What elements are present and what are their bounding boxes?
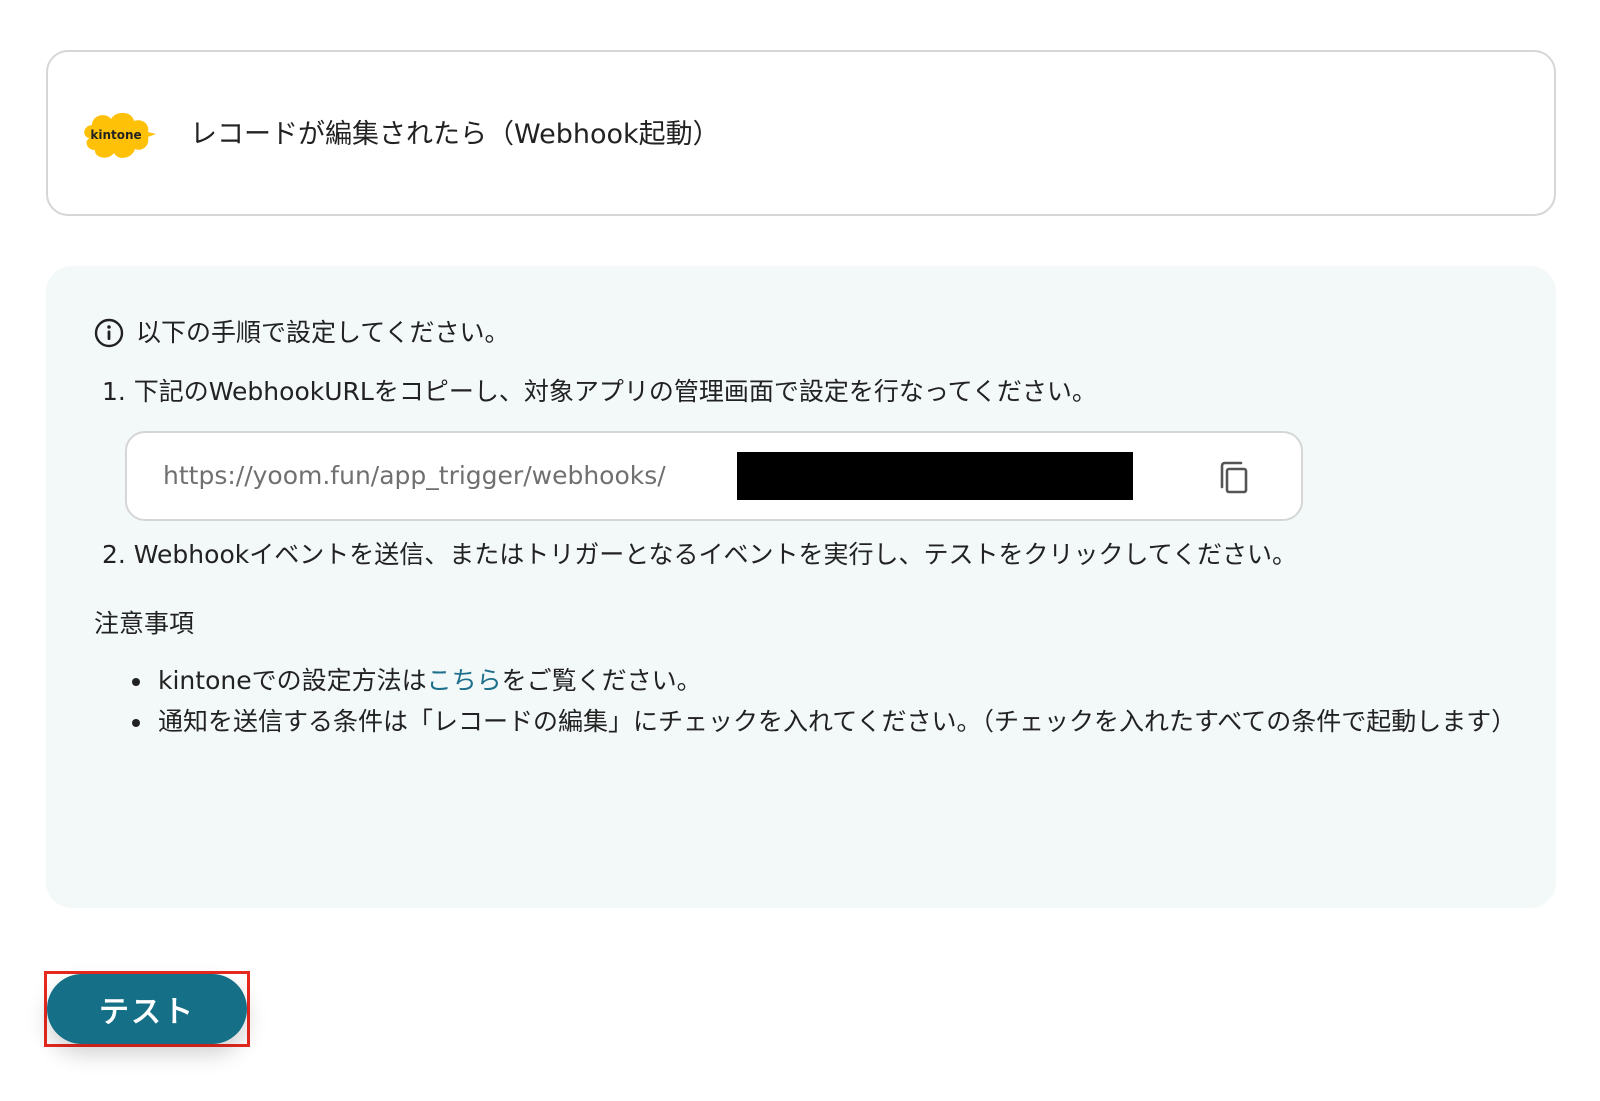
step-1-text: 1. 下記のWebhookURLをコピーし、対象アプリの管理画面で設定を行なって… xyxy=(102,377,1097,406)
list-item: 通知を送信する条件は「レコードの編集」にチェックを入れてください。（チェックを入… xyxy=(154,701,1540,742)
instructions-heading-text: 以下の手順で設定してください。 xyxy=(136,318,510,347)
trigger-title: レコードが編集されたら（Webhook起動） xyxy=(190,119,720,150)
copy-icon[interactable] xyxy=(1213,457,1253,497)
webhook-url-text[interactable]: https://yoom.fun/app_trigger/webhooks/ xyxy=(163,459,666,493)
webhook-trigger-settings-page: kintone レコードが編集されたら（Webhook起動） 以下の手順で設定し… xyxy=(0,0,1600,1101)
notes-title: 注意事項 xyxy=(94,609,195,638)
info-icon xyxy=(94,318,124,348)
notes-list: kintoneでの設定方法はこちらをご覧ください。 通知を送信する条件は「レコー… xyxy=(130,660,1540,742)
note-2-text: 通知を送信する条件は「レコードの編集」にチェックを入れてください。（チェックを入… xyxy=(158,707,1517,736)
note-1-text-after: をご覧ください。 xyxy=(501,666,702,695)
help-link[interactable]: こちら xyxy=(427,666,502,695)
trigger-card[interactable]: kintone レコードが編集されたら（Webhook起動） xyxy=(46,50,1556,216)
instructions-heading: 以下の手順で設定してください。 xyxy=(94,316,510,350)
webhook-url-redacted xyxy=(737,452,1133,500)
list-item: kintoneでの設定方法はこちらをご覧ください。 xyxy=(154,660,1540,701)
webhook-url-field[interactable]: https://yoom.fun/app_trigger/webhooks/ xyxy=(125,431,1303,521)
note-1-text-before: kintoneでの設定方法は xyxy=(158,666,427,695)
instructions-panel: 以下の手順で設定してください。 1. 下記のWebhookURLをコピーし、対象… xyxy=(46,266,1556,908)
step-2-text: 2. Webhookイベントを送信、またはトリガーとなるイベントを実行し、テスト… xyxy=(102,540,1297,569)
kintone-logo-icon: kintone xyxy=(84,112,156,158)
test-button[interactable]: テスト xyxy=(47,974,247,1044)
kintone-logo-text: kintone xyxy=(90,128,141,142)
